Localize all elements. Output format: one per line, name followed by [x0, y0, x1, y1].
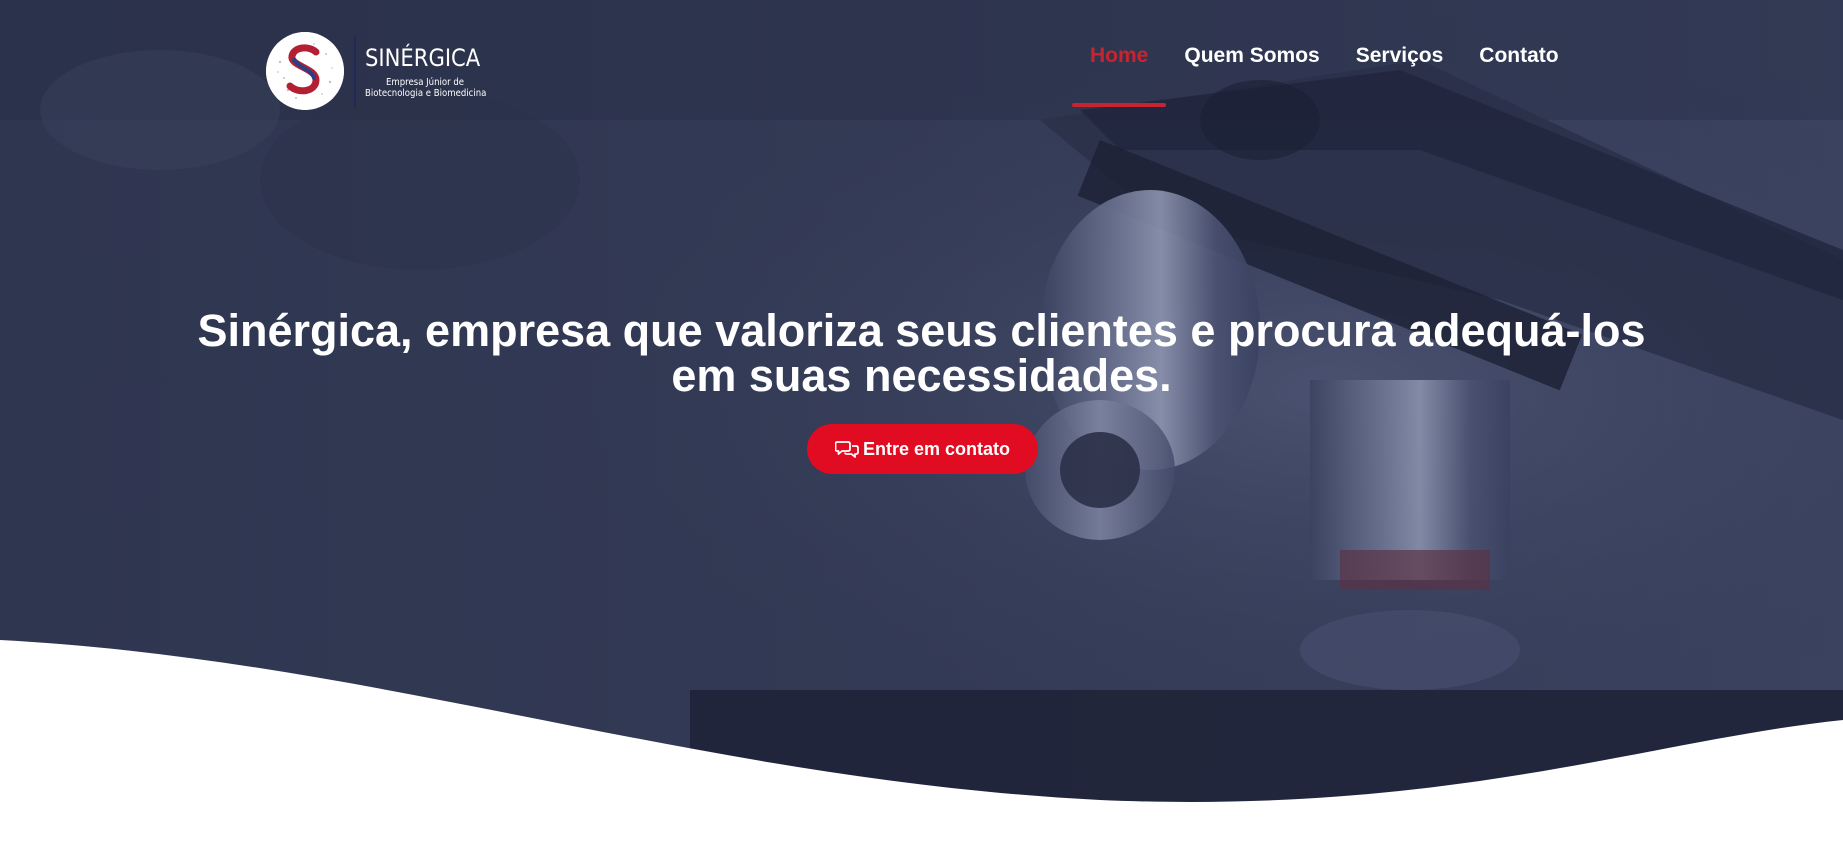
contact-cta-button[interactable]: Entre em contato [807, 424, 1038, 474]
main-nav: Home Quem Somos Serviços Contato [1072, 44, 1577, 107]
nav-item-label: Home [1090, 44, 1149, 67]
hero-headline-line1: Sinérgica, empresa que valoriza seus cli… [197, 305, 1646, 356]
brand-tagline-line1: Empresa Júnior de [386, 77, 465, 88]
hero-headline-line2: em suas necessidades. [671, 350, 1172, 401]
s-monogram-logo-icon [266, 32, 344, 110]
nav-item-quem-somos[interactable]: Quem Somos [1166, 44, 1337, 106]
nav-item-label: Serviços [1355, 44, 1444, 67]
nav-item-servicos[interactable]: Serviços [1338, 44, 1462, 106]
nav-active-indicator [1072, 103, 1167, 107]
brand-logo[interactable]: SINÉRGICA Empresa Júnior de Biotecnologi… [266, 32, 486, 112]
nav-item-contato[interactable]: Contato [1461, 44, 1576, 106]
brand-tagline-line2: Biotecnologia e Biomedicina [365, 88, 487, 99]
chat-bubbles-icon [834, 441, 859, 458]
nav-item-home[interactable]: Home [1072, 44, 1167, 107]
nav-item-label: Quem Somos [1184, 44, 1320, 67]
page: SINÉRGICA Empresa Júnior de Biotecnologi… [0, 0, 1843, 866]
nav-item-label: Contato [1479, 44, 1559, 67]
contact-cta-label: Entre em contato [862, 438, 1011, 459]
logo-divider [354, 36, 356, 108]
brand-name: SINÉRGICA [365, 44, 481, 72]
hero-section: SINÉRGICA Empresa Júnior de Biotecnologi… [0, 0, 1843, 866]
hero-headline: Sinérgica, empresa que valoriza seus cli… [120, 308, 1723, 398]
